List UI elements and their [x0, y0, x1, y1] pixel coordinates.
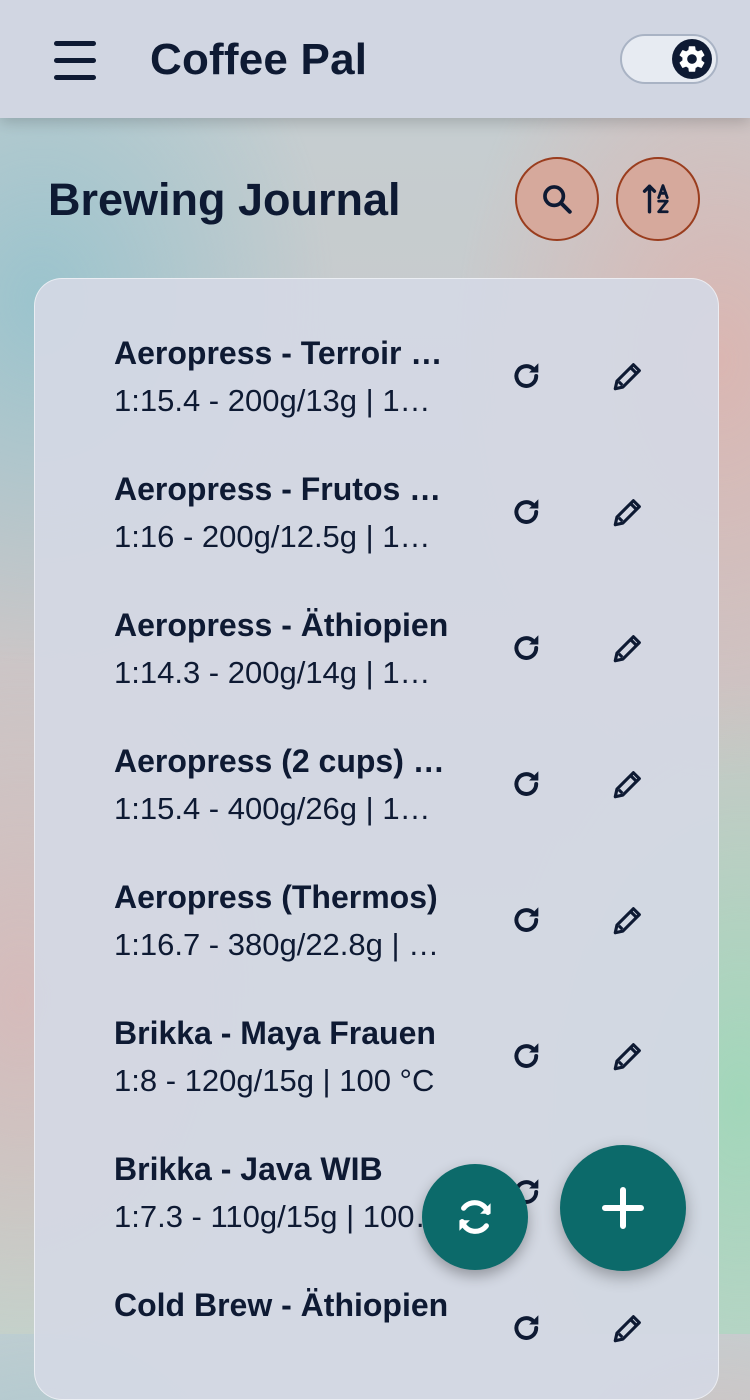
list-item[interactable]: Brikka - Maya Frauen 1:8 - 120g/15g | 100… — [35, 959, 718, 1098]
entry-title: Aeropress (2 cups) … — [114, 743, 445, 779]
list-item[interactable]: Aeropress (Thermos) 1:16.7 - 380g/22.8g |… — [35, 823, 718, 962]
entry-title: Aeropress - Frutos Rojos — [114, 471, 449, 507]
edit-icon[interactable] — [603, 623, 653, 673]
plus-icon — [602, 1187, 644, 1229]
repeat-icon[interactable] — [502, 623, 552, 673]
search-icon — [543, 185, 572, 214]
repeat-icon[interactable] — [502, 759, 552, 809]
sync-button[interactable] — [422, 1164, 528, 1270]
repeat-icon[interactable] — [502, 1031, 552, 1081]
theme-toggle[interactable] — [620, 34, 718, 84]
list-item[interactable]: Aeropress - Terroir Kolumbien1:15.4 - 20… — [35, 279, 718, 418]
entry-title: Aeropress - Terroir Kolumbien — [114, 335, 449, 371]
repeat-icon[interactable] — [502, 895, 552, 945]
page-title: Brewing Journal — [48, 174, 401, 225]
list-item[interactable]: Aeropress (2 cups) … 1:15.4 - 400g/26g | … — [35, 687, 718, 826]
edit-icon[interactable] — [603, 487, 653, 537]
edit-icon[interactable] — [603, 759, 653, 809]
search-button[interactable] — [515, 157, 599, 241]
list-item[interactable]: Aeropress - Äthiopien 1:14.3 - 200g/14g |… — [35, 551, 718, 690]
app-title: Coffee Pal — [150, 35, 368, 84]
repeat-icon[interactable] — [502, 1303, 552, 1353]
entry-title: Aeropress (Thermos) — [114, 879, 438, 915]
edit-icon[interactable] — [603, 895, 653, 945]
repeat-icon[interactable] — [502, 487, 552, 537]
sync-icon — [459, 1200, 491, 1234]
entry-title: Cold Brew - Äthiopien — [114, 1287, 449, 1323]
app-bar: Coffee Pal — [0, 0, 750, 118]
repeat-icon[interactable] — [502, 351, 552, 401]
entry-title: Brikka - Maya Frauen — [114, 1015, 436, 1051]
edit-icon[interactable] — [603, 1303, 653, 1353]
gear-icon — [672, 39, 712, 79]
add-entry-button[interactable] — [560, 1145, 686, 1271]
sort-alpha-icon — [642, 184, 669, 214]
edit-icon[interactable] — [603, 1031, 653, 1081]
entry-title: Brikka - Java WIB — [114, 1151, 383, 1187]
list-item[interactable]: Aeropress - Frutos Rojos1:16 - 200g/12.5… — [35, 415, 718, 554]
edit-icon[interactable] — [603, 351, 653, 401]
menu-icon[interactable] — [44, 30, 106, 90]
entry-title: Aeropress - Äthiopien — [114, 607, 449, 643]
sort-button[interactable] — [616, 157, 700, 241]
